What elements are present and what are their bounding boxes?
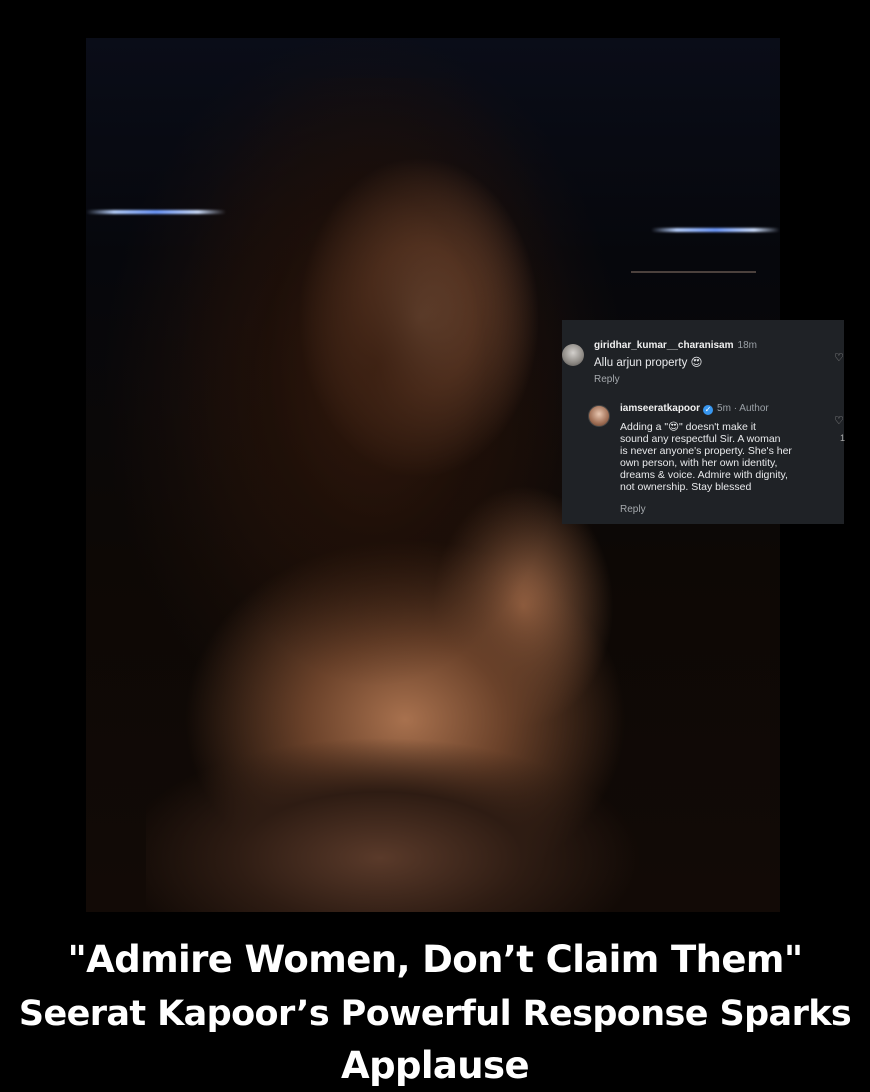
heart-icon[interactable]: ♡ <box>834 415 844 428</box>
horizon-line <box>631 271 756 273</box>
reply-time: 5m · Author <box>717 403 769 414</box>
instagram-comment-card: giridhar_kumar__charanisam 18m Allu arjun… <box>562 320 846 524</box>
reply-text: Adding a "😍" doesn't make it sound any r… <box>620 421 825 493</box>
reply-username[interactable]: iamseeratkapoor <box>620 403 700 414</box>
headline-line-1: "Admire Women, Don’t Claim Them" <box>67 938 803 981</box>
headline-line-2: Seerat Kapoor’s Powerful Response Sparks <box>18 994 852 1034</box>
reply-line: sound any respectful Sir. A woman <box>620 433 781 445</box>
reply-line: is never anyone's property. She's her <box>620 445 792 457</box>
comment-time: 18m <box>737 340 757 351</box>
comment-text: Allu arjun property 😍 <box>594 357 703 369</box>
reply-reply-button[interactable]: Reply <box>620 503 646 516</box>
satin-top <box>146 718 666 912</box>
like-count: 1 <box>840 433 846 443</box>
author-avatar[interactable] <box>588 405 610 427</box>
hair-shadow <box>166 78 586 718</box>
verified-badge-icon: ✓ <box>703 405 714 415</box>
reply-header: iamseeratkapoor ✓ 5m · Author <box>620 402 769 415</box>
reply-line: dreams & voice. Admire with dignity, <box>620 469 788 481</box>
comment-header: giridhar_kumar__charanisam 18m <box>594 339 757 352</box>
commenter-avatar[interactable] <box>562 344 584 366</box>
city-lights-right <box>651 228 780 232</box>
heart-icon[interactable]: ♡ <box>834 352 844 365</box>
reply-line: not ownership. Stay blessed <box>620 481 752 493</box>
reply-line: own person, with her own identity, <box>620 457 778 469</box>
comment-reply-button[interactable]: Reply <box>594 373 620 386</box>
comment-username[interactable]: giridhar_kumar__charanisam <box>594 340 734 351</box>
headline-line-3: Applause <box>341 1044 530 1087</box>
reply-line: Adding a "😍" doesn't make it <box>620 421 756 433</box>
